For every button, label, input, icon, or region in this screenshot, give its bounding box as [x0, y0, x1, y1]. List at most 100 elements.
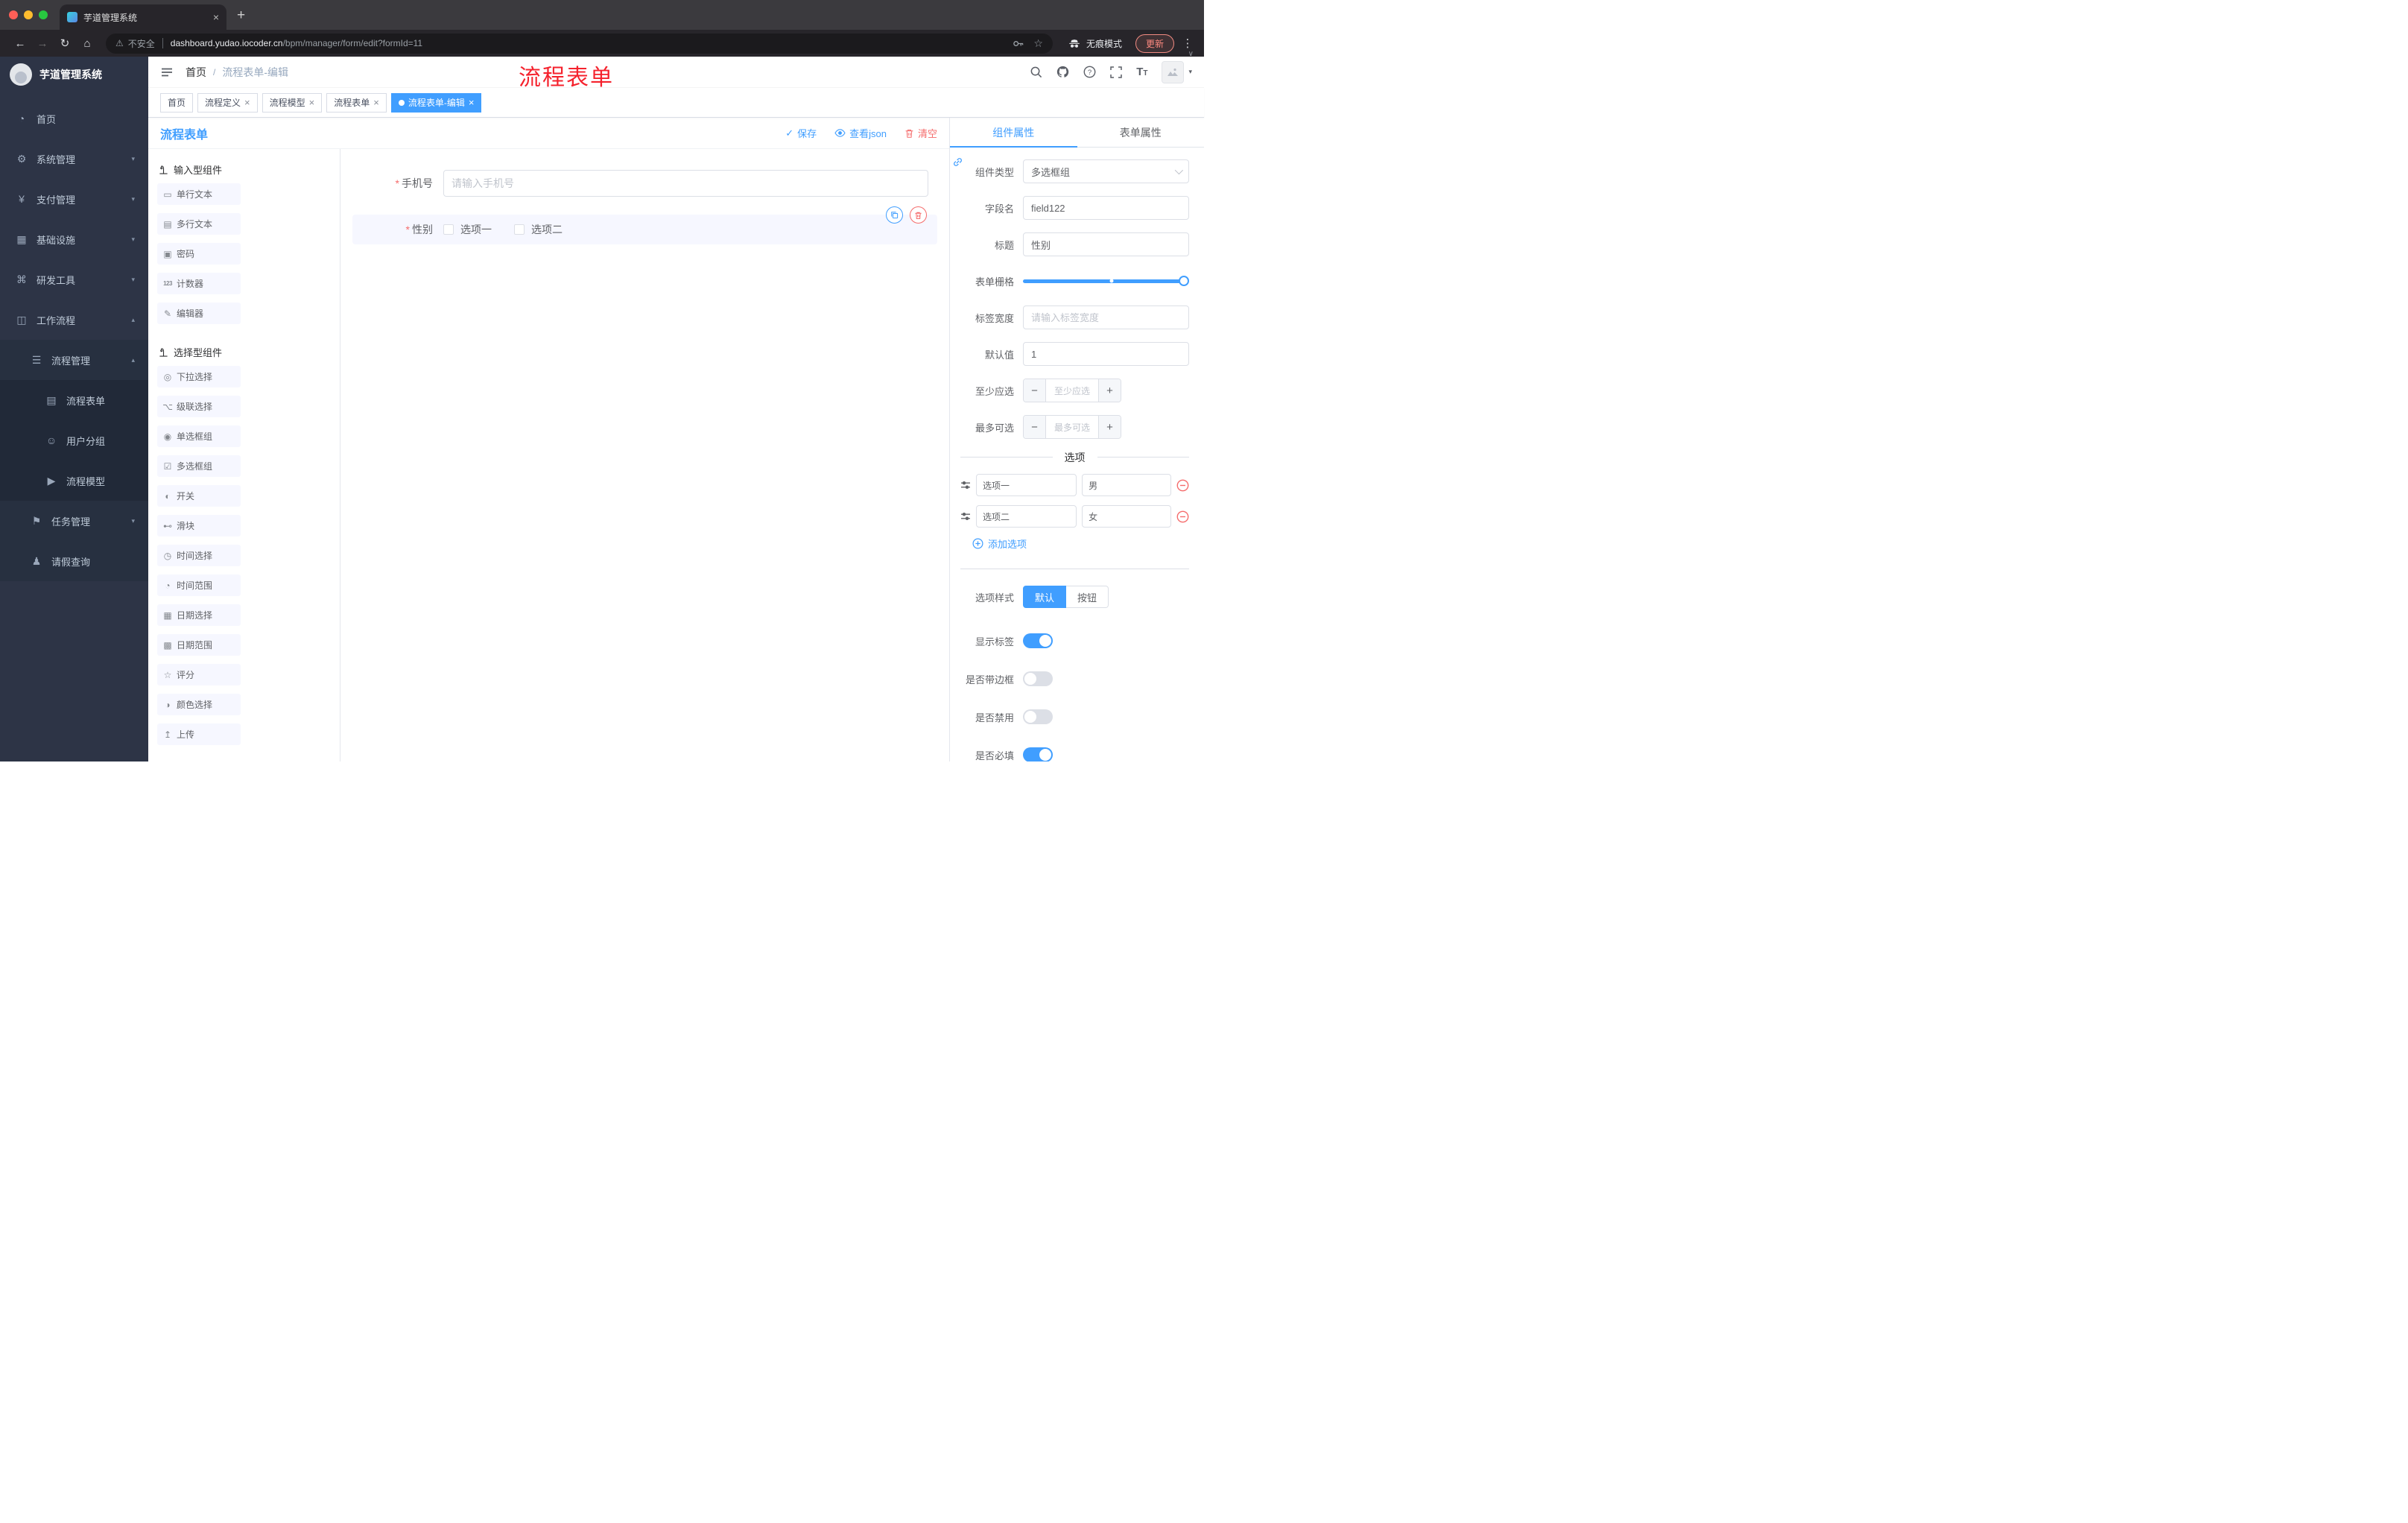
sidebar-item-workflow[interactable]: ◫ 工作流程 ▴ — [0, 300, 148, 340]
bookmark-star-icon[interactable]: ☆ — [1033, 37, 1043, 50]
close-icon[interactable]: × — [373, 97, 379, 108]
font-size-icon[interactable]: TT — [1136, 66, 1147, 78]
sidebar-item-leave-query[interactable]: ♟ 请假查询 — [0, 541, 148, 581]
user-avatar[interactable]: ▾ — [1162, 60, 1192, 83]
tab-close-icon[interactable]: × — [213, 11, 219, 23]
browser-tab[interactable]: 芋道管理系统 × — [60, 4, 226, 30]
label-width-input[interactable] — [1023, 305, 1189, 329]
tag-process-model[interactable]: 流程模型 × — [262, 92, 323, 113]
sidebar-item-infrastructure[interactable]: ▦ 基础设施 ▾ — [0, 219, 148, 259]
drawing-item-phone[interactable]: 手机号 — [352, 162, 937, 204]
palette-item-multi-line-text[interactable]: ▤ 多行文本 — [157, 213, 241, 235]
palette-item-dropdown-select[interactable]: ◎ 下拉选择 — [157, 366, 241, 387]
palette-item-cascade-select[interactable]: ⌥ 级联选择 — [157, 396, 241, 417]
copy-field-button[interactable] — [886, 206, 903, 224]
palette-item-radio-group[interactable]: ◉ 单选框组 — [157, 425, 241, 447]
sidebar-item-process-management[interactable]: ☰ 流程管理 ▴ — [0, 340, 148, 380]
phone-input[interactable] — [443, 170, 928, 197]
delete-field-button[interactable] — [910, 206, 927, 224]
required-switch[interactable] — [1023, 747, 1053, 762]
sidebar-item-home[interactable]: ◔ 首页 — [0, 98, 148, 139]
palette-item-date-range[interactable]: ▩ 日期范围 — [157, 634, 241, 656]
close-window-button[interactable] — [9, 10, 18, 19]
omnibox[interactable]: ⚠ 不安全 dashboard.yudao.iocoder.cn /bpm/ma… — [106, 33, 1053, 54]
palette-item-switch[interactable]: ◐ 开关 — [157, 485, 241, 507]
view-json-button[interactable]: 查看json — [834, 126, 887, 140]
decrease-button[interactable]: − — [1024, 379, 1046, 402]
save-button[interactable]: ✓ 保存 — [785, 126, 817, 140]
back-button[interactable]: ← — [9, 37, 31, 50]
drag-handle-icon[interactable] — [960, 511, 971, 522]
option-value-input[interactable] — [1082, 505, 1171, 528]
forward-button[interactable]: → — [31, 37, 54, 50]
key-icon[interactable] — [1013, 38, 1024, 49]
palette-item-upload[interactable]: ↥ 上传 — [157, 723, 241, 745]
palette-item-slider[interactable]: ⊷ 滑块 — [157, 515, 241, 536]
sidebar-item-user-group[interactable]: ☺ 用户分组 — [0, 420, 148, 460]
max-select-value[interactable]: 最多可选 — [1046, 416, 1098, 438]
palette-item-time-picker[interactable]: ◷ 时间选择 — [157, 545, 241, 566]
remove-option-button[interactable] — [1176, 510, 1189, 523]
option-style-default-button[interactable]: 默认 — [1023, 586, 1067, 608]
sidebar-item-system-management[interactable]: ⚙ 系统管理 ▾ — [0, 139, 148, 179]
palette-item-color-picker[interactable]: ◑ 颜色选择 — [157, 694, 241, 715]
sidebar-item-task-management[interactable]: ⚑ 任务管理 ▾ — [0, 501, 148, 541]
drag-handle-icon[interactable] — [960, 480, 971, 490]
close-icon[interactable]: × — [469, 97, 475, 108]
help-icon[interactable]: ? — [1083, 66, 1096, 78]
browser-menu-button[interactable]: ⋮ — [1180, 37, 1195, 50]
zoom-window-button[interactable] — [39, 10, 48, 19]
tab-component-properties[interactable]: 组件属性 — [950, 118, 1077, 148]
tag-process-form-edit[interactable]: 流程表单-编辑 × — [390, 92, 482, 113]
link-icon[interactable] — [952, 156, 963, 170]
home-button[interactable]: ⌂ — [76, 37, 98, 50]
new-tab-button[interactable]: + — [237, 7, 245, 24]
close-icon[interactable]: × — [244, 97, 250, 108]
github-icon[interactable] — [1056, 66, 1069, 78]
increase-button[interactable]: + — [1098, 379, 1121, 402]
minimize-window-button[interactable] — [24, 10, 33, 19]
title-input[interactable] — [1023, 232, 1189, 256]
update-button[interactable]: 更新 — [1135, 34, 1174, 53]
increase-button[interactable]: + — [1098, 416, 1121, 438]
checkbox-option-1[interactable]: 选项一 — [443, 222, 492, 237]
palette-item-date-picker[interactable]: ▦ 日期选择 — [157, 604, 241, 626]
border-switch[interactable] — [1023, 671, 1053, 686]
option-value-input[interactable] — [1082, 474, 1171, 496]
clear-button[interactable]: 清空 — [904, 126, 937, 140]
tag-process-form[interactable]: 流程表单 × — [326, 92, 387, 113]
sidebar-item-process-model[interactable]: ▶ 流程模型 — [0, 460, 148, 501]
close-icon[interactable]: × — [309, 97, 315, 108]
drawing-item-gender[interactable]: 性别 选项一 选项二 — [352, 206, 937, 244]
slider-handle[interactable] — [1179, 276, 1189, 286]
palette-item-password[interactable]: ▣ 密码 — [157, 243, 241, 265]
remove-option-button[interactable] — [1176, 479, 1189, 492]
show-label-switch[interactable] — [1023, 633, 1053, 648]
hamburger-icon[interactable] — [160, 66, 174, 79]
palette-item-checkbox-group[interactable]: ☑ 多选框组 — [157, 455, 241, 477]
search-icon[interactable] — [1030, 66, 1042, 78]
palette-item-rating[interactable]: ☆ 评分 — [157, 664, 241, 685]
palette-item-counter[interactable]: 123 计数器 — [157, 273, 241, 294]
option-name-input[interactable] — [976, 474, 1077, 496]
sidebar-item-process-form[interactable]: ▤ 流程表单 — [0, 380, 148, 420]
palette-item-time-range[interactable]: ◔ 时间范围 — [157, 574, 241, 596]
field-name-input[interactable] — [1023, 196, 1189, 220]
palette-item-single-line-text[interactable]: ▭ 单行文本 — [157, 183, 241, 205]
default-value-input[interactable] — [1023, 342, 1189, 366]
checkbox-option-2[interactable]: 选项二 — [514, 222, 563, 237]
component-type-select[interactable]: 多选框组 — [1023, 159, 1189, 183]
reload-button[interactable]: ↻ — [54, 37, 76, 50]
fullscreen-icon[interactable] — [1110, 66, 1122, 78]
tag-home[interactable]: 首页 — [160, 92, 194, 113]
form-grid-slider[interactable] — [1023, 269, 1189, 293]
decrease-button[interactable]: − — [1024, 416, 1046, 438]
disabled-switch[interactable] — [1023, 709, 1053, 724]
breadcrumb-link-home[interactable]: 首页 — [186, 65, 206, 80]
tab-form-properties[interactable]: 表单属性 — [1077, 118, 1205, 147]
sidebar-item-dev-tools[interactable]: ⌘ 研发工具 ▾ — [0, 259, 148, 300]
min-select-value[interactable]: 至少应选 — [1046, 379, 1098, 402]
sidebar-item-payment-management[interactable]: ¥ 支付管理 ▾ — [0, 179, 148, 219]
option-name-input[interactable] — [976, 505, 1077, 528]
option-style-button-button[interactable]: 按钮 — [1066, 586, 1109, 608]
